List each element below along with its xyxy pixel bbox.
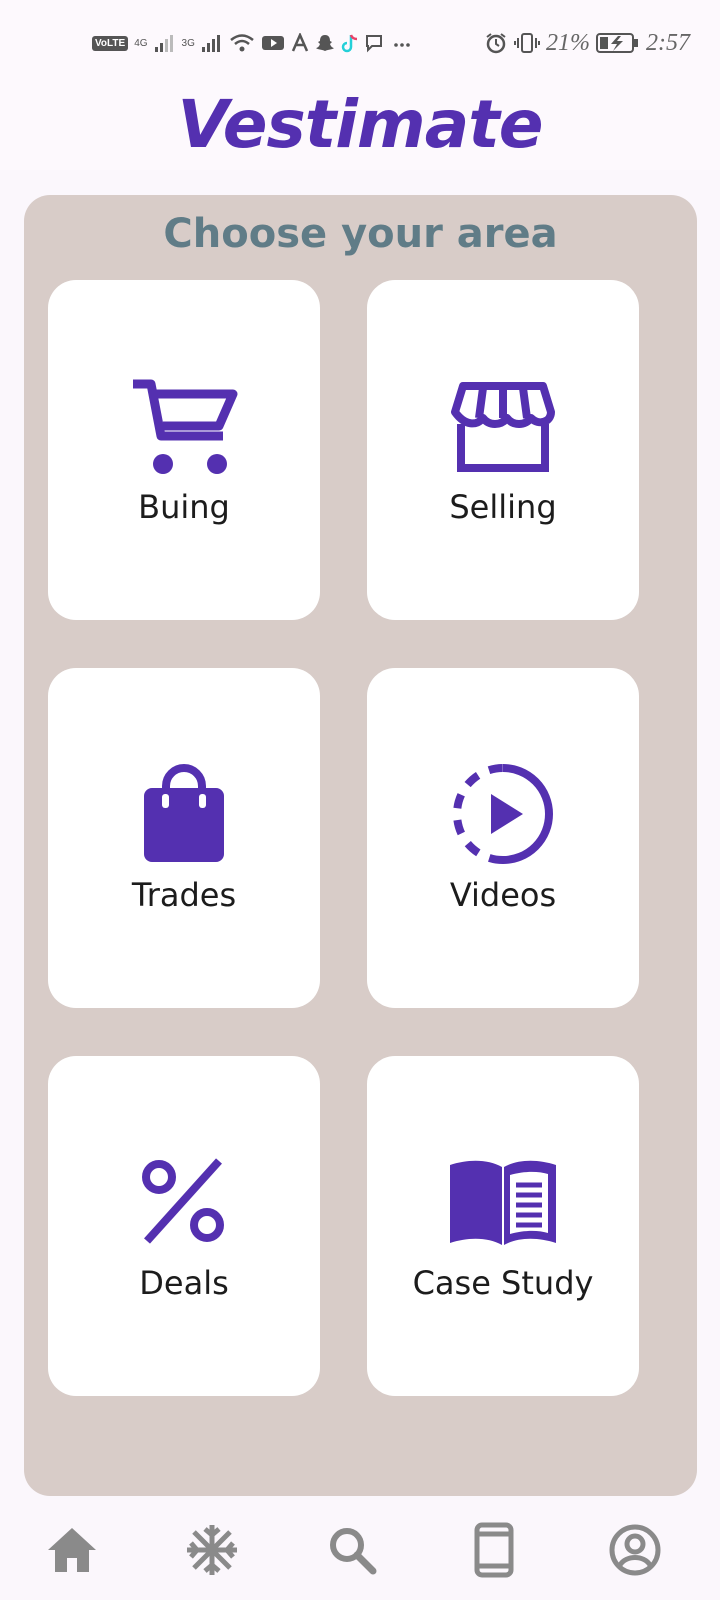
- tile-trades[interactable]: Trades: [48, 668, 320, 1008]
- home-icon: [48, 1528, 96, 1572]
- status-right: 21% 2:57: [484, 30, 690, 56]
- status-time: 2:57: [646, 29, 690, 56]
- app-a-icon: [291, 33, 309, 52]
- status-bar: VoLTE 4G 3G 21% 2:57: [0, 0, 720, 85]
- area-panel: Choose your area Buing Selling Trades Vi…: [24, 195, 697, 1496]
- shopping-bag-icon: [48, 764, 320, 862]
- app-header: Vestimate: [0, 85, 720, 170]
- status-left: VoLTE 4G 3G: [92, 30, 411, 56]
- section-title: Choose your area: [163, 211, 558, 257]
- signal-icon: [201, 35, 220, 52]
- volte-badge: VoLTE: [92, 35, 129, 51]
- tile-selling[interactable]: Selling: [367, 280, 639, 620]
- tile-videos[interactable]: Videos: [367, 668, 639, 1008]
- tile-label: Deals: [139, 1264, 229, 1302]
- battery-percent: 21%: [546, 29, 590, 56]
- youtube-icon: [261, 36, 284, 50]
- snapchat-icon: [315, 35, 334, 51]
- tile-label: Buing: [138, 488, 230, 526]
- account-icon: [609, 1524, 661, 1576]
- tile-deals[interactable]: Deals: [48, 1056, 320, 1396]
- tile-label: Case Study: [412, 1264, 594, 1302]
- snowflake-icon: [187, 1525, 237, 1575]
- nav-search[interactable]: [322, 1520, 382, 1580]
- app-title: Vestimate: [177, 86, 543, 163]
- nav-snowflake[interactable]: [182, 1520, 242, 1580]
- percent-icon: [48, 1154, 320, 1250]
- phone-icon: [474, 1522, 514, 1578]
- tile-label: Selling: [449, 488, 557, 526]
- battery-charging-icon: [596, 33, 638, 53]
- shopping-cart-icon: [48, 378, 320, 474]
- tile-label: Videos: [449, 876, 557, 914]
- chat-icon: [365, 35, 382, 53]
- more-icon: [394, 43, 410, 47]
- nav-phone[interactable]: [464, 1520, 524, 1580]
- tile-buying[interactable]: Buing: [48, 280, 320, 620]
- nav-account[interactable]: [605, 1520, 665, 1580]
- search-icon: [330, 1528, 377, 1575]
- play-circle-icon: [367, 764, 639, 864]
- vibrate-icon: [514, 33, 540, 53]
- open-book-icon: [367, 1154, 639, 1250]
- network-4g-label: 4G: [134, 37, 148, 49]
- signal-icon: [154, 35, 173, 52]
- bottom-nav: [0, 1500, 720, 1600]
- wifi-icon: [230, 34, 254, 52]
- alarm-icon: [486, 33, 506, 54]
- network-3g-label: 3G: [181, 37, 195, 49]
- storefront-icon: [367, 378, 639, 474]
- tile-case-study[interactable]: Case Study: [367, 1056, 639, 1396]
- tiktok-icon: [341, 34, 357, 53]
- tile-label: Trades: [131, 876, 237, 914]
- nav-home[interactable]: [42, 1520, 102, 1580]
